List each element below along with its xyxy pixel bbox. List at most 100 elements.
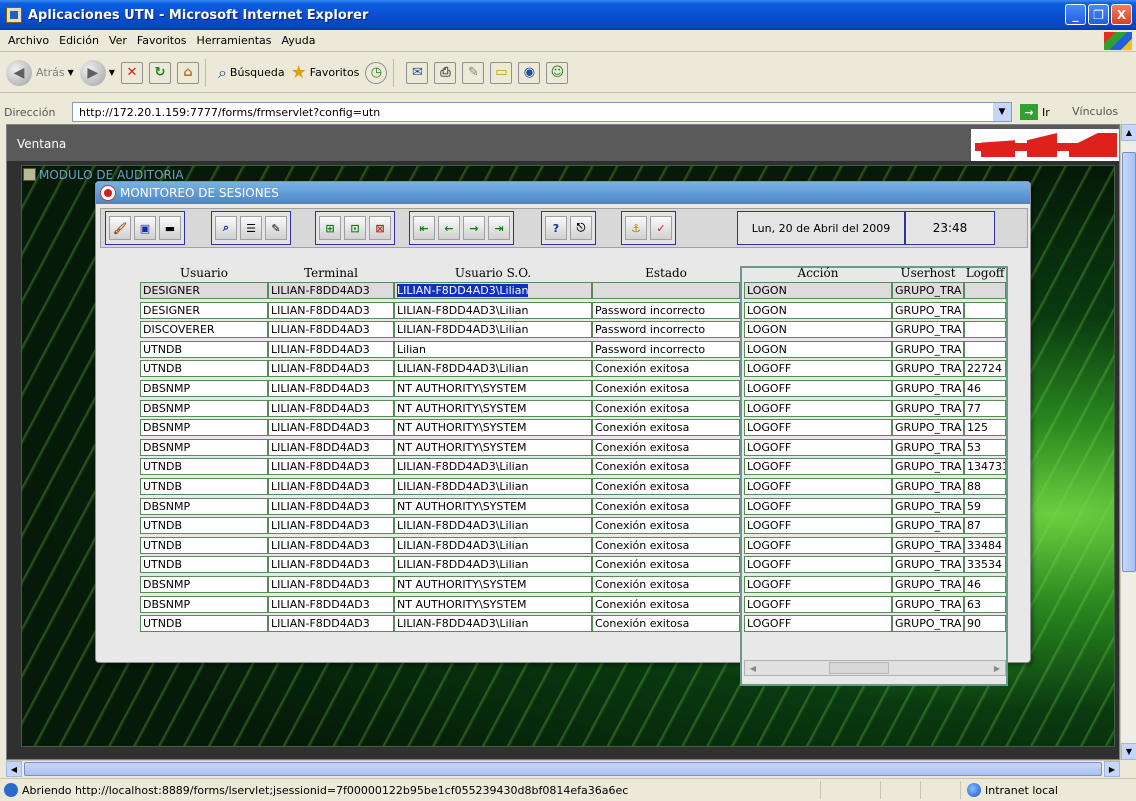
cell-accion[interactable]: LOGOFF [744, 556, 892, 574]
cell-terminal[interactable]: LILIAN-F8DD4AD3 [268, 360, 394, 378]
cell-logoff[interactable] [964, 340, 1006, 358]
cell-usuario[interactable]: UTNDB [140, 517, 268, 535]
cell-estado[interactable] [592, 282, 740, 299]
cell-accion[interactable]: LOGOFF [744, 517, 892, 535]
cell-usuario-so[interactable]: NT AUTHORITY\SYSTEM [394, 497, 592, 515]
exit-icon[interactable]: ⎋ [570, 216, 592, 240]
cell-estado[interactable]: Conexión exitosa [592, 419, 740, 437]
cell-userhost[interactable]: GRUPO_TRA [892, 536, 964, 554]
cell-terminal[interactable]: LILIAN-F8DD4AD3 [268, 615, 394, 633]
scroll-up-icon[interactable]: ▲ [1121, 124, 1136, 141]
cell-terminal[interactable]: LILIAN-F8DD4AD3 [268, 517, 394, 535]
cell-estado[interactable]: Conexión exitosa [592, 615, 740, 633]
cell-accion[interactable]: LOGOFF [744, 615, 892, 633]
address-input[interactable]: http://172.20.1.159:7777/forms/frmservle… [72, 102, 1012, 122]
scroll-thumb[interactable] [24, 762, 1102, 776]
delete-record-icon[interactable]: ⊠ [369, 216, 391, 240]
cell-estado[interactable]: Conexión exitosa [592, 517, 740, 535]
print-icon[interactable]: ⎙ [434, 61, 457, 84]
cell-terminal[interactable]: LILIAN-F8DD4AD3 [268, 282, 394, 299]
scroll-thumb[interactable] [1122, 152, 1136, 572]
cell-terminal[interactable]: LILIAN-F8DD4AD3 [268, 380, 394, 397]
cell-accion[interactable]: LOGON [744, 340, 892, 358]
scroll-down-icon[interactable]: ▼ [1121, 743, 1136, 760]
cell-usuario[interactable]: DBSNMP [140, 438, 268, 456]
cell-accion[interactable]: LOGOFF [744, 458, 892, 476]
cell-userhost[interactable]: GRUPO_TRA [892, 458, 964, 476]
cell-terminal[interactable]: LILIAN-F8DD4AD3 [268, 419, 394, 437]
scroll-right-icon[interactable]: ▶ [989, 661, 1005, 675]
cell-usuario[interactable]: UTNDB [140, 458, 268, 476]
favorites-button[interactable]: ★ Favoritos [291, 62, 360, 83]
cell-estado[interactable]: Conexión exitosa [592, 399, 740, 417]
cell-usuario-so[interactable]: LILIAN-F8DD4AD3\Lilian [394, 282, 592, 299]
cell-usuario-so[interactable]: LILIAN-F8DD4AD3\Lilian [394, 517, 592, 535]
cell-estado[interactable]: Conexión exitosa [592, 595, 740, 613]
cell-usuario[interactable]: UTNDB [140, 360, 268, 378]
cell-terminal[interactable]: LILIAN-F8DD4AD3 [268, 595, 394, 613]
folder-icon[interactable]: ▭ [490, 61, 513, 84]
cell-logoff[interactable]: 59 [964, 497, 1006, 515]
cell-logoff[interactable]: 33484 [964, 536, 1006, 554]
cell-logoff[interactable]: 125 [964, 419, 1006, 437]
cell-userhost[interactable]: GRUPO_TRA [892, 321, 964, 339]
panel-horizontal-scrollbar[interactable]: ◀ ▶ [744, 660, 1006, 676]
cell-usuario[interactable]: DBSNMP [140, 595, 268, 613]
clear-icon[interactable]: 🖌 [109, 216, 131, 240]
cell-userhost[interactable]: GRUPO_TRA [892, 380, 964, 397]
cell-accion[interactable]: LOGOFF [744, 478, 892, 495]
list-icon[interactable]: ☰ [240, 216, 262, 240]
cell-accion[interactable]: LOGOFF [744, 576, 892, 593]
cell-usuario[interactable]: DBSNMP [140, 497, 268, 515]
cell-estado[interactable]: Conexión exitosa [592, 478, 740, 495]
cell-userhost[interactable]: GRUPO_TRA [892, 419, 964, 437]
cell-userhost[interactable]: GRUPO_TRA [892, 360, 964, 378]
cell-terminal[interactable]: LILIAN-F8DD4AD3 [268, 536, 394, 554]
cell-estado[interactable]: Password incorrecto [592, 340, 740, 358]
cell-accion[interactable]: LOGOFF [744, 438, 892, 456]
cell-usuario[interactable]: DBSNMP [140, 576, 268, 593]
maximize-button[interactable]: ❐ [1088, 4, 1109, 25]
go-button[interactable]: → Ir [1020, 104, 1050, 120]
cell-estado[interactable]: Password incorrecto [592, 321, 740, 339]
forward-button[interactable]: ▶ ▼ [79, 59, 115, 86]
cell-estado[interactable]: Conexión exitosa [592, 360, 740, 378]
cell-logoff[interactable]: 63 [964, 595, 1006, 613]
cell-usuario-so[interactable]: NT AUTHORITY\SYSTEM [394, 399, 592, 417]
cell-usuario-so[interactable]: NT AUTHORITY\SYSTEM [394, 595, 592, 613]
cell-userhost[interactable]: GRUPO_TRA [892, 576, 964, 593]
cell-logoff[interactable]: 33534 [964, 556, 1006, 574]
messenger-icon[interactable]: ◉ [518, 61, 541, 84]
people-icon[interactable]: ☺ [546, 61, 569, 84]
cell-userhost[interactable]: GRUPO_TRA [892, 595, 964, 613]
cell-usuario-so[interactable]: LILIAN-F8DD4AD3\Lilian [394, 556, 592, 574]
cell-estado[interactable]: Conexión exitosa [592, 380, 740, 397]
links-button[interactable]: Vínculos [1072, 105, 1118, 118]
cell-logoff[interactable]: 87 [964, 517, 1006, 535]
duplicate-record-icon[interactable]: ⊡ [344, 216, 366, 240]
cell-userhost[interactable]: GRUPO_TRA [892, 399, 964, 417]
cell-estado[interactable]: Conexión exitosa [592, 458, 740, 476]
cell-usuario-so[interactable]: LILIAN-F8DD4AD3\Lilian [394, 458, 592, 476]
first-record-icon[interactable]: ⇤ [413, 216, 435, 240]
cell-logoff[interactable]: 88 [964, 478, 1006, 495]
cell-terminal[interactable]: LILIAN-F8DD4AD3 [268, 458, 394, 476]
cell-usuario[interactable]: DBSNMP [140, 380, 268, 397]
cell-logoff[interactable]: 46 [964, 380, 1006, 397]
menu-ayuda[interactable]: Ayuda [281, 34, 315, 47]
cell-terminal[interactable]: LILIAN-F8DD4AD3 [268, 556, 394, 574]
menu-edicion[interactable]: Edición [59, 34, 99, 47]
edit-icon[interactable]: ✎ [462, 61, 485, 84]
next-record-icon[interactable]: → [463, 216, 485, 240]
cell-usuario-so[interactable]: LILIAN-F8DD4AD3\Lilian [394, 321, 592, 339]
cell-usuario-so[interactable]: LILIAN-F8DD4AD3\Lilian [394, 615, 592, 633]
help-icon[interactable]: ? [545, 216, 567, 240]
cell-usuario[interactable]: DBSNMP [140, 399, 268, 417]
query-icon[interactable]: ⌕ [215, 216, 237, 240]
cell-accion[interactable]: LOGOFF [744, 419, 892, 437]
search-button[interactable]: ⌕ Búsqueda [218, 63, 285, 83]
cell-logoff[interactable]: 77 [964, 399, 1006, 417]
menu-favoritos[interactable]: Favoritos [137, 34, 187, 47]
cell-userhost[interactable]: GRUPO_TRA [892, 438, 964, 456]
cell-accion[interactable]: LOGOFF [744, 380, 892, 397]
